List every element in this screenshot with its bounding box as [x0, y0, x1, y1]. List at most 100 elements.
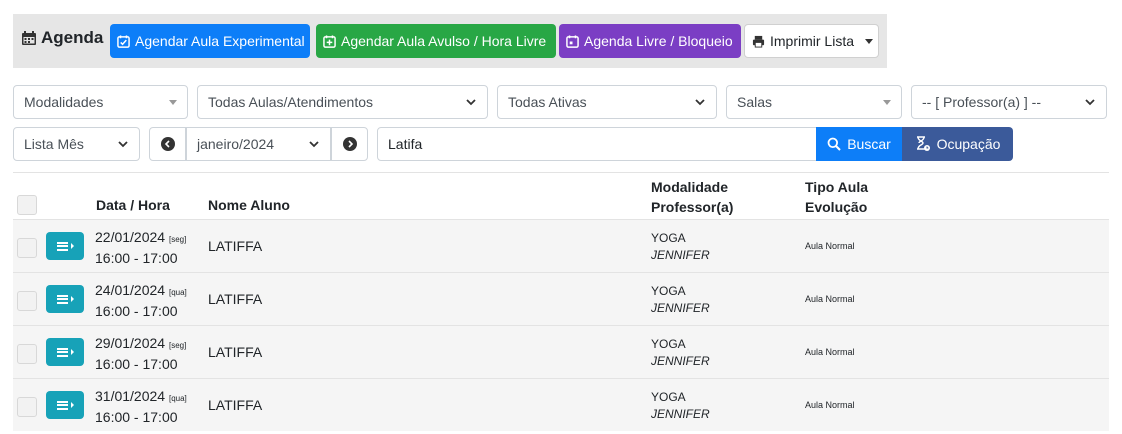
schedule-experimental-button[interactable]: Agendar Aula Experimental [110, 24, 310, 58]
caret-down-icon [865, 38, 874, 44]
row-teacher: JENNIFER [651, 407, 710, 421]
modalities-select-value: Modalidades [24, 94, 104, 110]
row-menu-button[interactable] [46, 338, 84, 366]
row-weekday: [qua] [168, 288, 187, 297]
row-checkbox[interactable] [17, 291, 37, 311]
status-select[interactable]: Todas Ativas [497, 85, 717, 119]
next-month-button[interactable] [331, 127, 368, 161]
row-class-type: Aula Normal [805, 241, 855, 251]
classes-select[interactable]: Todas Aulas/Atendimentos [197, 85, 488, 119]
chevron-down-icon [1085, 99, 1095, 106]
teacher-select-value: -- [ Professor(a) ] -- [922, 94, 1042, 110]
header-student-name: Nome Aluno [208, 197, 290, 213]
menu-icon [56, 400, 68, 410]
free-schedule-label: Agenda Livre / Bloqueio [584, 33, 733, 49]
month-select-value: janeiro/2024 [197, 136, 275, 152]
row-weekday: [qua] [168, 394, 187, 403]
list-view-select-value: Lista Mês [24, 136, 84, 152]
row-student-name: LATIFFA [208, 291, 263, 307]
search-icon [827, 137, 841, 151]
free-schedule-button[interactable]: Agenda Livre / Bloqueio [559, 24, 741, 58]
chevron-down-icon [466, 99, 476, 106]
header-date-time: Data / Hora [96, 197, 170, 213]
row-date: 29/01/2024 [seg] [95, 333, 186, 356]
row-checkbox[interactable] [17, 238, 37, 258]
row-menu-button[interactable] [46, 232, 84, 260]
row-student-name: LATIFFA [208, 344, 263, 360]
row-time: 16:00 - 17:00 [95, 409, 178, 425]
chevron-left-icon [160, 137, 175, 151]
calendar-check-icon [117, 34, 130, 48]
occupancy-button[interactable]: Ocupação [902, 127, 1013, 161]
schedule-single-button[interactable]: Agendar Aula Avulso / Hora Livre [316, 24, 556, 58]
caret-down-icon [169, 99, 177, 105]
menu-icon [56, 294, 68, 304]
row-modality: YOGA [651, 284, 686, 298]
row-time: 16:00 - 17:00 [95, 303, 178, 319]
menu-icon [56, 347, 68, 357]
search-input-value: Latifa [388, 136, 423, 152]
rooms-select[interactable]: Salas [726, 85, 902, 119]
row-time: 16:00 - 17:00 [95, 250, 178, 266]
table-row: 22/01/2024 [seg] 16:00 - 17:00 LATIFFA Y… [13, 219, 1109, 272]
table-row: 29/01/2024 [seg] 16:00 - 17:00 LATIFFA Y… [13, 325, 1109, 378]
print-list-button[interactable]: Imprimir Lista [744, 24, 879, 58]
page-title: Agenda [21, 28, 103, 48]
row-date-value: 29/01/2024 [95, 335, 166, 351]
select-all-checkbox[interactable] [17, 195, 37, 215]
chevron-down-icon [695, 99, 705, 106]
schedule-single-label: Agendar Aula Avulso / Hora Livre [341, 33, 547, 49]
row-teacher: JENNIFER [651, 301, 710, 315]
row-time: 16:00 - 17:00 [95, 356, 178, 372]
rooms-select-value: Salas [737, 94, 773, 110]
search-input[interactable]: Latifa [377, 127, 817, 161]
row-date: 22/01/2024 [seg] [95, 227, 186, 250]
row-checkbox[interactable] [17, 397, 37, 417]
hourglass-icon [916, 136, 930, 151]
table-row: 24/01/2024 [qua] 16:00 - 17:00 LATIFFA Y… [13, 272, 1109, 325]
row-menu-button[interactable] [46, 391, 84, 419]
row-date-value: 24/01/2024 [95, 282, 166, 298]
row-student-name: LATIFFA [208, 238, 263, 254]
printer-icon [752, 35, 765, 48]
row-menu-button[interactable] [46, 285, 84, 313]
caret-right-icon [70, 402, 74, 408]
prev-month-button[interactable] [149, 127, 186, 161]
search-button[interactable]: Buscar [816, 127, 902, 161]
header-evolution: Evolução [805, 199, 868, 215]
calendar-icon [566, 34, 579, 48]
row-modality: YOGA [651, 337, 686, 351]
caret-right-icon [70, 349, 74, 355]
search-button-label: Buscar [847, 136, 891, 152]
calendar-plus-icon [323, 34, 336, 48]
print-list-label: Imprimir Lista [770, 33, 855, 49]
row-class-type: Aula Normal [805, 347, 855, 357]
modalities-select[interactable]: Modalidades [13, 85, 188, 119]
chevron-down-icon [309, 141, 319, 148]
row-date-value: 31/01/2024 [95, 388, 166, 404]
row-student-name: LATIFFA [208, 397, 263, 413]
month-select[interactable]: janeiro/2024 [186, 127, 331, 161]
page-title-text: Agenda [41, 28, 104, 47]
menu-icon [56, 241, 68, 251]
row-date: 24/01/2024 [qua] [95, 280, 187, 303]
status-select-value: Todas Ativas [508, 94, 587, 110]
row-checkbox[interactable] [17, 344, 37, 364]
agenda-toolbar: Agenda Agendar Aula Experimental Agendar… [13, 14, 887, 68]
row-date-value: 22/01/2024 [95, 229, 166, 245]
row-date: 31/01/2024 [qua] [95, 386, 187, 409]
teacher-select[interactable]: -- [ Professor(a) ] -- [911, 85, 1107, 119]
list-view-select[interactable]: Lista Mês [13, 127, 140, 161]
row-class-type: Aula Normal [805, 294, 855, 304]
chevron-right-icon [342, 137, 357, 151]
row-teacher: JENNIFER [651, 354, 710, 368]
row-weekday: [seg] [168, 235, 187, 244]
header-modality: Modalidade [651, 179, 729, 195]
table-top-border [13, 172, 1109, 173]
header-teacher: Professor(a) [651, 199, 734, 215]
classes-select-value: Todas Aulas/Atendimentos [208, 94, 373, 110]
row-class-type: Aula Normal [805, 400, 855, 410]
table-row: 31/01/2024 [qua] 16:00 - 17:00 LATIFFA Y… [13, 378, 1109, 431]
occupancy-button-label: Ocupação [936, 136, 1001, 152]
calendar-icon [22, 31, 36, 45]
